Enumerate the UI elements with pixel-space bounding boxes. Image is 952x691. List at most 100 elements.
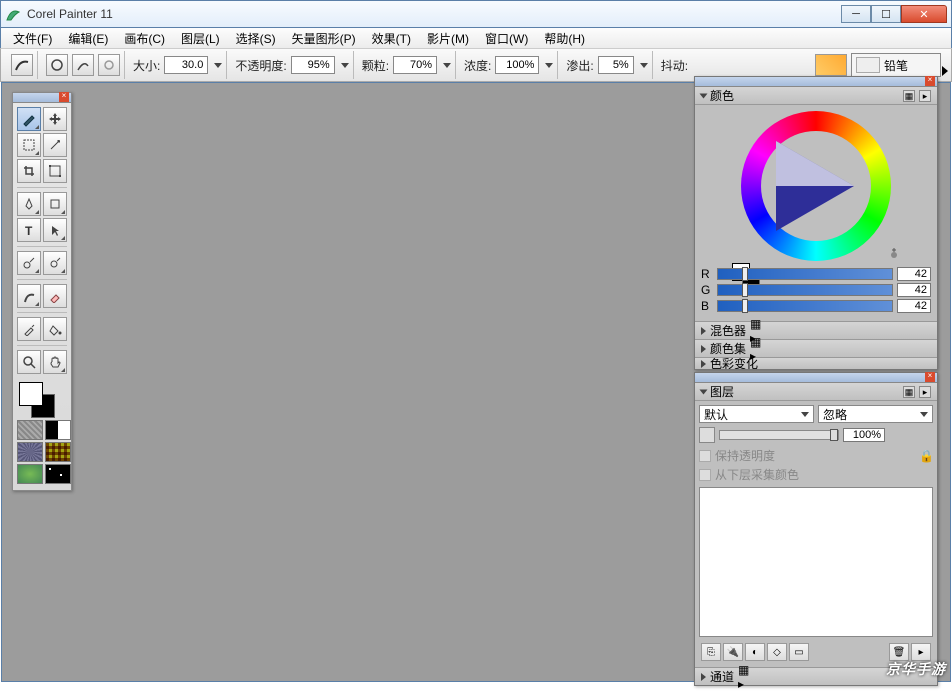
- layer-mask-icon[interactable]: [699, 427, 715, 443]
- panel-grid-icon[interactable]: ▦: [903, 90, 915, 102]
- toolbox-header[interactable]: ×: [13, 93, 71, 103]
- color-wheel[interactable]: [736, 111, 896, 261]
- layer-opacity-value[interactable]: [843, 428, 885, 442]
- menu-help[interactable]: 帮助(H): [538, 28, 591, 49]
- menu-layer[interactable]: 图层(L): [175, 28, 226, 49]
- maximize-button[interactable]: ☐: [871, 5, 901, 23]
- pointer-tool[interactable]: [43, 218, 67, 242]
- crop-tool[interactable]: [17, 159, 41, 183]
- color-panel-close-icon[interactable]: ×: [925, 76, 935, 86]
- nozzle-swatch[interactable]: [17, 464, 43, 484]
- density-input[interactable]: [495, 56, 539, 74]
- minimize-button[interactable]: ─: [841, 5, 871, 23]
- brush-category-icon[interactable]: [815, 54, 847, 76]
- panel-menu-icon[interactable]: ▸: [738, 677, 749, 691]
- menu-canvas[interactable]: 画布(C): [118, 28, 171, 49]
- brush-tool[interactable]: [17, 107, 41, 131]
- preserve-trans-checkbox[interactable]: [699, 450, 711, 462]
- color-panel-tab[interactable]: 颜色 ▦▸: [695, 87, 937, 105]
- g-slider[interactable]: [717, 284, 893, 296]
- menu-window[interactable]: 窗口(W): [479, 28, 534, 49]
- fill-tool[interactable]: [43, 317, 67, 341]
- layer-group-icon[interactable]: ▭: [789, 643, 809, 661]
- layers-panel-titlebar[interactable]: ×: [695, 373, 937, 383]
- zoom-tool[interactable]: [17, 350, 41, 374]
- pen-tool[interactable]: [17, 192, 41, 216]
- pickup-color-checkbox[interactable]: [699, 469, 711, 481]
- brush-variant-selector[interactable]: 铅笔: [851, 53, 941, 77]
- menu-select[interactable]: 选择(S): [230, 28, 282, 49]
- clone-color-icon[interactable]: [886, 245, 902, 261]
- bleed-input[interactable]: [598, 56, 634, 74]
- marquee-tool[interactable]: [17, 133, 41, 157]
- dodge-tool[interactable]: [43, 251, 67, 275]
- layers-panel-close-icon[interactable]: ×: [925, 372, 935, 382]
- r-value[interactable]: [897, 267, 931, 281]
- b-slider[interactable]: [717, 300, 893, 312]
- weave-swatch[interactable]: [45, 442, 71, 462]
- bleed-dropdown-icon[interactable]: [640, 63, 648, 68]
- shape-tool[interactable]: [43, 192, 67, 216]
- hand-tool[interactable]: [43, 350, 67, 374]
- gradient-swatch[interactable]: [45, 420, 71, 440]
- freehand-mode-icon[interactable]: [46, 54, 68, 76]
- paint-bucket-tool[interactable]: [17, 284, 41, 308]
- size-dropdown-icon[interactable]: [214, 63, 222, 68]
- grain-dropdown-icon[interactable]: [443, 63, 451, 68]
- dynamic-plugin-icon[interactable]: 🔌: [723, 643, 743, 661]
- panel-grid-icon[interactable]: ▦: [903, 386, 915, 398]
- close-button[interactable]: ✕: [901, 5, 947, 23]
- color-panel-titlebar[interactable]: ×: [695, 77, 937, 87]
- selection-adjust-tool[interactable]: [43, 159, 67, 183]
- mixer-tab[interactable]: 混色器▦▸: [695, 321, 937, 339]
- composite-select[interactable]: 忽略: [818, 405, 933, 423]
- opacity-dropdown-icon[interactable]: [341, 63, 349, 68]
- panel-grid-icon[interactable]: ▦: [750, 317, 761, 331]
- collapse-icon[interactable]: [700, 93, 708, 98]
- look-swatch[interactable]: [45, 464, 71, 484]
- brush-tip-icon[interactable]: [11, 54, 33, 76]
- panel-grid-icon[interactable]: ▦: [738, 663, 749, 677]
- colorvar-tab[interactable]: 色彩变化: [695, 357, 937, 369]
- color-swatches[interactable]: [17, 380, 67, 416]
- wand-tool[interactable]: [43, 133, 67, 157]
- new-layer-icon[interactable]: ◇: [767, 643, 787, 661]
- menu-movie[interactable]: 影片(M): [421, 28, 475, 49]
- b-value[interactable]: [897, 299, 931, 313]
- size-input[interactable]: [164, 56, 208, 74]
- toolbox-close-icon[interactable]: ×: [59, 92, 69, 102]
- lock-icon[interactable]: 🔒: [919, 449, 933, 463]
- move-tool[interactable]: [43, 107, 67, 131]
- align-mode-icon[interactable]: [98, 54, 120, 76]
- opacity-input[interactable]: [291, 56, 335, 74]
- blend-mode-select[interactable]: 默认: [699, 405, 814, 423]
- straightline-mode-icon[interactable]: [72, 54, 94, 76]
- menu-file[interactable]: 文件(F): [7, 28, 58, 49]
- layers-tab[interactable]: 图层 ▦▸: [695, 383, 937, 401]
- pattern-swatch-1[interactable]: [17, 442, 43, 462]
- eyedropper-tool[interactable]: [17, 317, 41, 341]
- collapse-icon[interactable]: [700, 389, 708, 394]
- panel-menu-icon[interactable]: ▸: [919, 386, 931, 398]
- menu-shape[interactable]: 矢量图形(P): [286, 28, 362, 49]
- paper-texture-1[interactable]: [17, 420, 43, 440]
- panel-menu-icon[interactable]: ▸: [919, 90, 931, 102]
- layer-mask-new-icon[interactable]: ◐: [745, 643, 765, 661]
- g-value[interactable]: [897, 283, 931, 297]
- options-overflow-icon[interactable]: [942, 66, 948, 76]
- panel-grid-icon[interactable]: ▦: [750, 335, 761, 349]
- menu-effect[interactable]: 效果(T): [366, 28, 417, 49]
- text-tool[interactable]: T: [17, 218, 41, 242]
- density-dropdown-icon[interactable]: [545, 63, 553, 68]
- layer-commands-icon[interactable]: ⎘: [701, 643, 721, 661]
- r-slider[interactable]: [717, 268, 893, 280]
- layer-opacity-slider[interactable]: [719, 430, 839, 440]
- menu-edit[interactable]: 编辑(E): [62, 28, 114, 49]
- app-icon: [5, 6, 21, 22]
- colorset-tab[interactable]: 颜色集▦▸: [695, 339, 937, 357]
- grain-input[interactable]: [393, 56, 437, 74]
- layer-list[interactable]: [699, 487, 933, 637]
- eraser-tool[interactable]: [43, 284, 67, 308]
- foreground-swatch[interactable]: [19, 382, 43, 406]
- clone-tool[interactable]: [17, 251, 41, 275]
